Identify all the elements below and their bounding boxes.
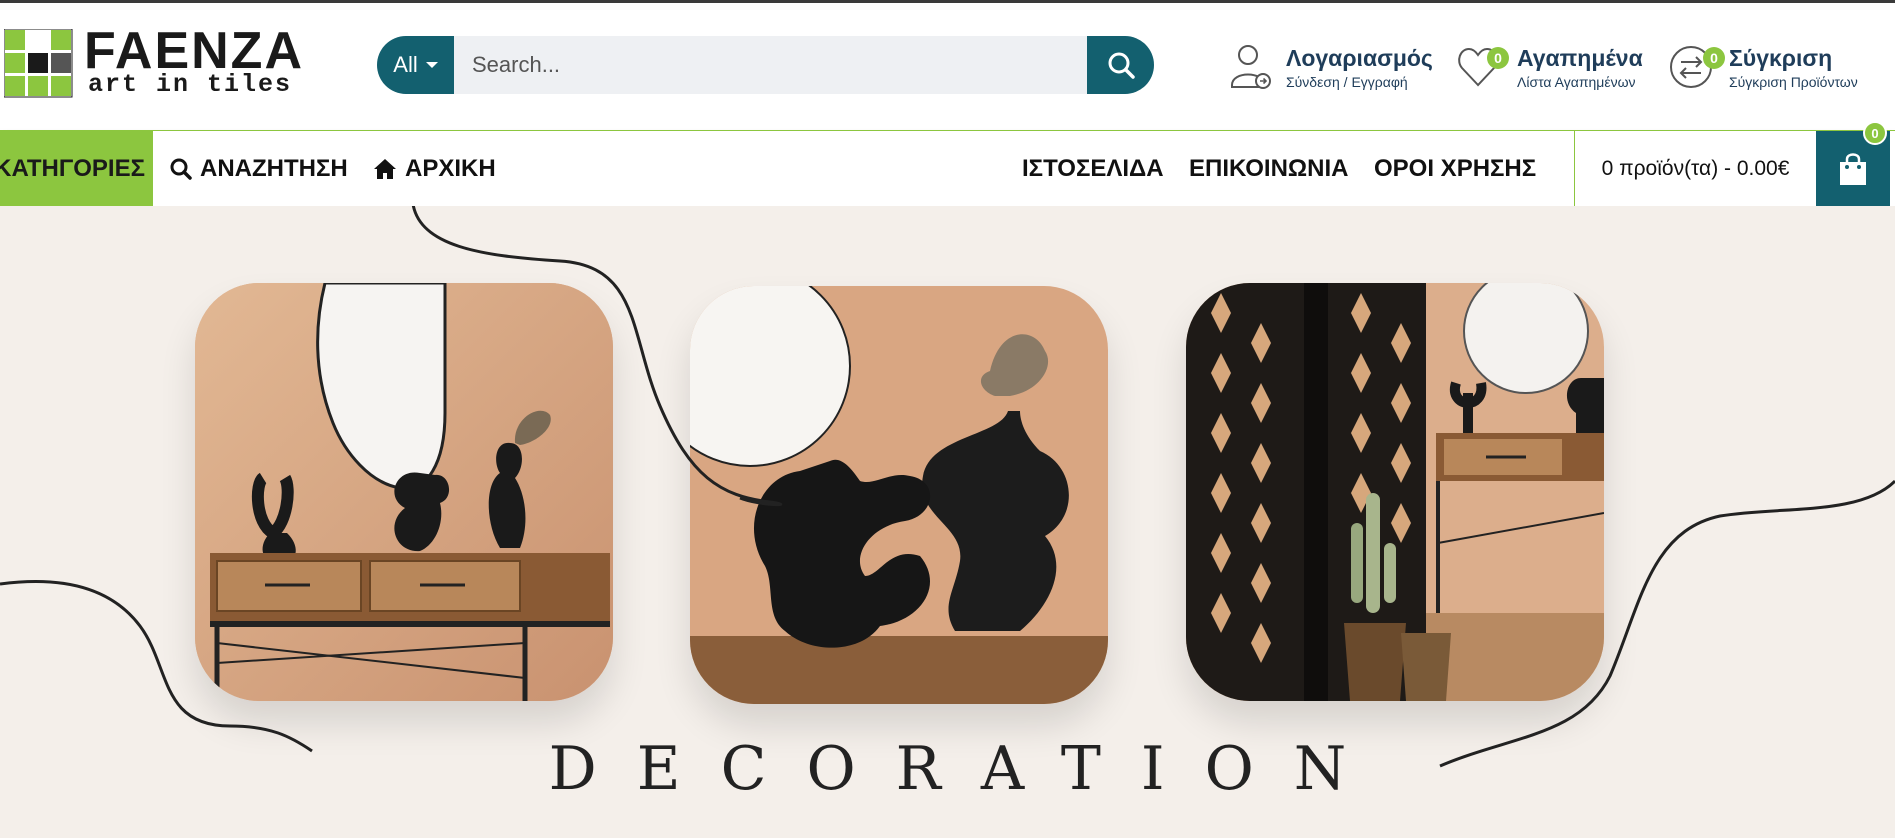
search-button[interactable] <box>1087 36 1154 94</box>
account-link[interactable]: Λογαριασμός Σύνδεση / Εγγραφή <box>1228 43 1438 93</box>
nav-terms-link[interactable]: ΟΡΟΙ ΧΡΗΣΗΣ <box>1374 131 1536 206</box>
home-icon <box>374 158 396 179</box>
nav-home-label: ΑΡΧΙΚΗ <box>405 154 496 182</box>
search-category-label: All <box>393 52 418 77</box>
search-bar: All <box>377 36 1177 94</box>
banner-caption: DECORATION <box>548 734 1387 804</box>
nav-website-link[interactable]: ΙΣΤΟΣΕΛΙΔΑ <box>1022 131 1164 206</box>
compare-title: Σύγκριση <box>1729 45 1833 71</box>
compare-link[interactable]: 0 Σύγκριση Σύγκριση Προϊόντων <box>1669 43 1891 93</box>
cart-summary[interactable]: 0 προϊόν(τα) - 0.00€ <box>1574 131 1816 206</box>
cart-count-badge: 0 <box>1863 121 1887 145</box>
search-icon <box>170 158 192 180</box>
nav-search-link[interactable]: ΑΝΑΖΗΤΗΣΗ <box>170 131 348 206</box>
main-navigation: ΚΑΤΗΓΟΡΙΕΣ ΑΝΑΖΗΤΗΣΗ ΑΡΧΙΚΗ ΙΣΤΟΣΕΛΙΔΑ Ε… <box>0 121 1895 206</box>
wishlist-count-badge: 0 <box>1487 47 1509 69</box>
logo-squares-icon <box>4 29 73 98</box>
search-icon <box>1108 52 1135 79</box>
compare-count-badge: 0 <box>1703 47 1725 69</box>
hero-banner[interactable]: DECORATION <box>0 206 1895 838</box>
wishlist-link[interactable]: 0 Αγαπημένα Λίστα Αγαπημένων <box>1457 43 1647 93</box>
wishlist-title: Αγαπημένα <box>1517 45 1643 71</box>
account-subtitle: Σύνδεση / Εγγραφή <box>1286 74 1408 90</box>
user-icon <box>1231 45 1271 89</box>
nav-contact-link[interactable]: ΕΠΙΚΟΙΝΩΝΙΑ <box>1189 131 1348 206</box>
site-header: FAENZA art in tiles All Λογαριασμός Σύνδ… <box>0 3 1895 130</box>
categories-label: ΚΑΤΗΓΟΡΙΕΣ <box>0 154 145 182</box>
chevron-down-icon <box>425 62 438 68</box>
compare-subtitle: Σύγκριση Προϊόντων <box>1729 74 1858 90</box>
search-input[interactable] <box>454 36 1087 94</box>
nav-home-link[interactable]: ΑΡΧΙΚΗ <box>373 131 496 206</box>
nav-search-label: ΑΝΑΖΗΤΗΣΗ <box>200 154 348 182</box>
categories-menu-button[interactable]: ΚΑΤΗΓΟΡΙΕΣ <box>0 131 153 206</box>
logo-tagline: art in tiles <box>88 70 293 99</box>
shopping-bag-icon <box>1840 152 1866 185</box>
wishlist-subtitle: Λίστα Αγαπημένων <box>1517 74 1636 90</box>
site-logo[interactable]: FAENZA art in tiles <box>4 25 304 99</box>
account-title: Λογαριασμός <box>1286 45 1433 71</box>
search-category-dropdown[interactable]: All <box>377 36 454 94</box>
